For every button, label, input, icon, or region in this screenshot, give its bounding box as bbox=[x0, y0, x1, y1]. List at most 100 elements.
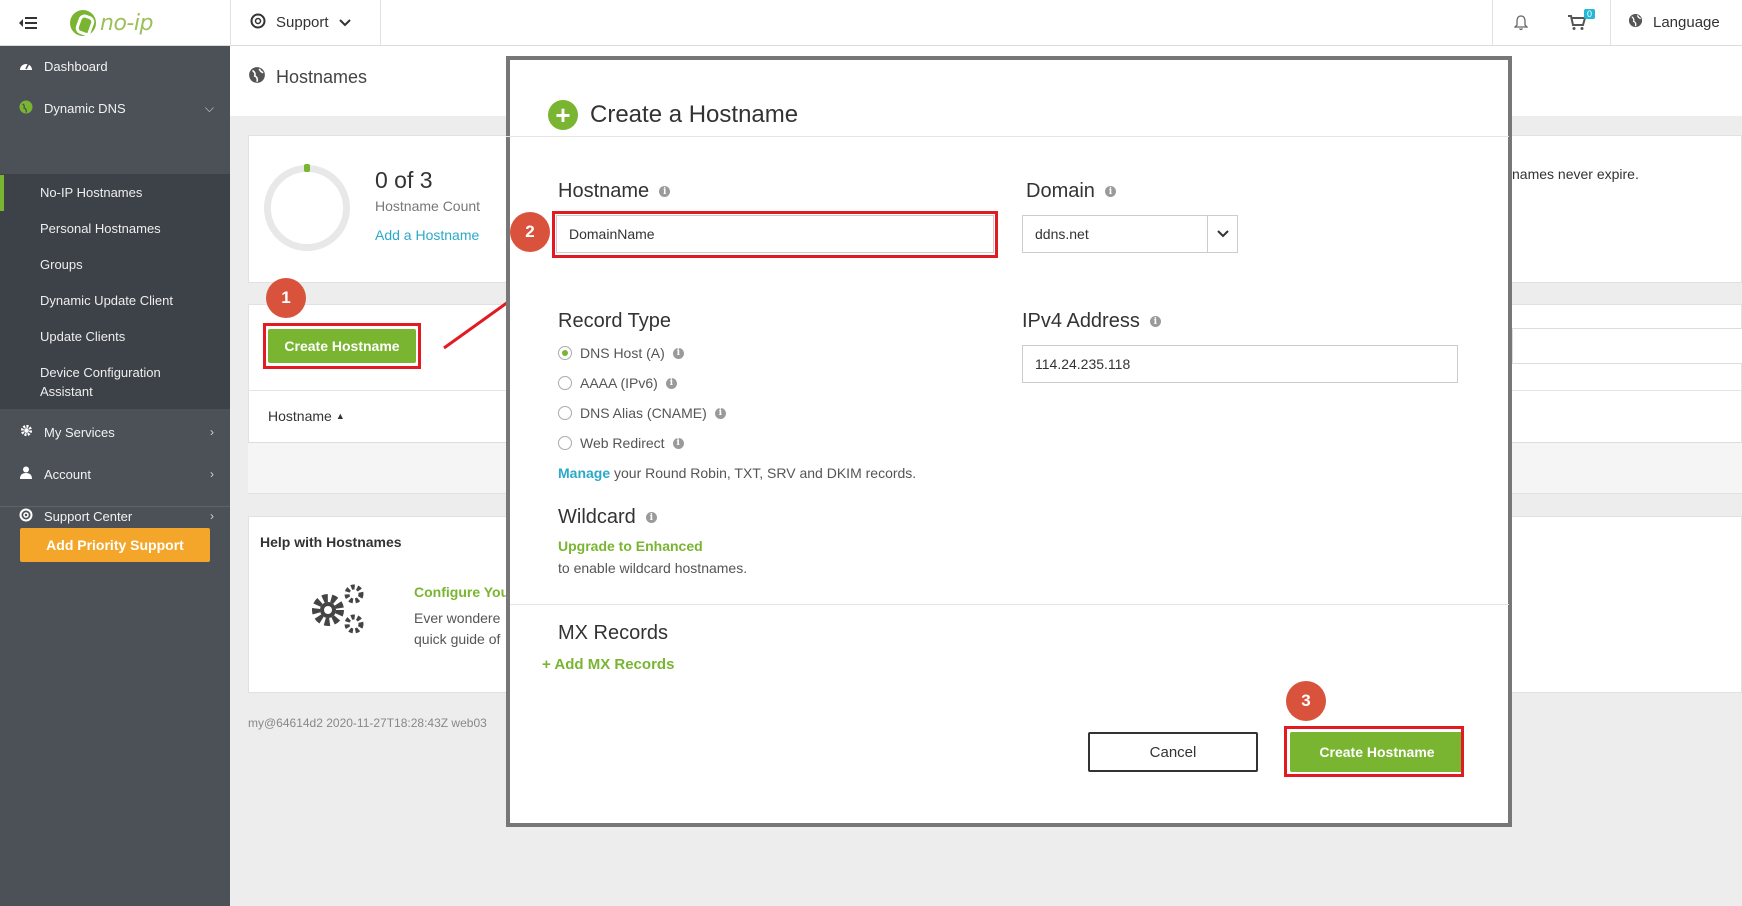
info-icon[interactable]: i bbox=[645, 512, 657, 523]
chevron-right-icon: › bbox=[210, 509, 214, 523]
plus-icon: + bbox=[542, 656, 551, 673]
wildcard-note: to enable wildcard hostnames. bbox=[558, 560, 748, 576]
sidebar-item-dynamic-dns[interactable]: Dynamic DNS ⌵ bbox=[0, 88, 230, 128]
info-icon[interactable]: i bbox=[665, 377, 677, 389]
domain-label: Domain i bbox=[1026, 180, 1116, 203]
info-icon[interactable]: i bbox=[659, 186, 671, 197]
column-label: Hostname bbox=[268, 408, 332, 424]
language-menu[interactable]: Language bbox=[1628, 0, 1720, 45]
info-icon[interactable]: i bbox=[714, 407, 726, 419]
sidebar-item-label: Dynamic DNS bbox=[44, 100, 126, 116]
radio-dns-host-a[interactable]: DNS Host (A) i bbox=[558, 345, 684, 361]
support-menu[interactable]: Support bbox=[250, 0, 351, 45]
radio-button[interactable] bbox=[558, 406, 572, 420]
manage-link[interactable]: Manage bbox=[558, 465, 610, 481]
hostname-count-ring bbox=[264, 165, 350, 251]
add-mx-records-link[interactable]: + Add MX Records bbox=[542, 656, 674, 673]
sidebar-item-dynamic-update-client[interactable]: Dynamic Update Client bbox=[40, 291, 173, 310]
lifebuoy-icon bbox=[18, 508, 34, 525]
wildcard-label: Wildcard i bbox=[558, 506, 657, 529]
cart-icon[interactable] bbox=[1568, 0, 1586, 45]
chevron-right-icon: › bbox=[210, 467, 214, 481]
gear-icon bbox=[18, 424, 34, 440]
info-icon[interactable]: i bbox=[672, 347, 684, 359]
radio-label: Web Redirect bbox=[580, 435, 665, 451]
info-icon[interactable]: i bbox=[672, 437, 684, 449]
divider bbox=[1492, 0, 1493, 45]
info-icon[interactable]: i bbox=[1149, 316, 1161, 327]
gears-icon bbox=[312, 584, 364, 634]
add-priority-support-button[interactable]: Add Priority Support bbox=[20, 528, 210, 562]
radio-button[interactable] bbox=[558, 346, 572, 360]
sidebar-item-label: Account bbox=[44, 466, 91, 482]
sidebar-item-account[interactable]: Account › bbox=[0, 454, 230, 494]
sidebar-item-personal-hostnames[interactable]: Personal Hostnames bbox=[40, 219, 161, 238]
add-mx-label: Add MX Records bbox=[554, 656, 675, 673]
label-text: Record Type bbox=[558, 310, 672, 332]
hostname-count-label: Hostname Count bbox=[375, 198, 481, 214]
highlight-box bbox=[263, 323, 421, 369]
user-icon bbox=[18, 466, 34, 482]
radio-button[interactable] bbox=[558, 436, 572, 450]
filter-input-partial[interactable] bbox=[1512, 328, 1742, 364]
radio-label: DNS Host (A) bbox=[580, 345, 665, 361]
chevron-down-icon bbox=[1207, 216, 1237, 252]
sidebar-item-update-clients[interactable]: Update Clients bbox=[40, 327, 125, 346]
sidebar-item-dashboard[interactable]: Dashboard bbox=[0, 46, 230, 86]
sidebar-item-noip-hostnames[interactable]: No-IP Hostnames bbox=[40, 183, 142, 202]
cancel-button[interactable]: Cancel bbox=[1088, 732, 1258, 772]
page-title: Hostnames bbox=[248, 66, 367, 89]
help-configure-link[interactable]: Configure You bbox=[414, 584, 509, 600]
info-icon[interactable]: i bbox=[1104, 186, 1116, 197]
upgrade-to-enhanced-link[interactable]: Upgrade to Enhanced bbox=[558, 538, 703, 554]
sidebar: Dashboard Dynamic DNS ⌵ No-IP Hostnames … bbox=[0, 46, 230, 906]
hostname-count-progress bbox=[304, 164, 310, 172]
radio-button[interactable] bbox=[558, 376, 572, 390]
globe-icon bbox=[18, 100, 34, 117]
notifications-bell-icon[interactable] bbox=[1514, 0, 1528, 45]
chevron-down-icon bbox=[338, 14, 351, 31]
domain-select[interactable]: ddns.net bbox=[1022, 215, 1238, 253]
top-bar: no-ip Support 0 Language bbox=[0, 0, 1742, 46]
chevron-right-icon: › bbox=[210, 425, 214, 439]
noip-logo[interactable]: no-ip bbox=[70, 8, 153, 38]
radio-aaaa-ipv6[interactable]: AAAA (IPv6) i bbox=[558, 375, 677, 391]
noip-logo-icon bbox=[70, 10, 96, 36]
table-header-hostname[interactable]: Hostname ▲ bbox=[268, 408, 345, 424]
active-indicator bbox=[0, 175, 4, 211]
sidebar-item-groups[interactable]: Groups bbox=[40, 255, 83, 274]
step-marker: 3 bbox=[1286, 681, 1326, 721]
step-marker: 1 bbox=[266, 278, 306, 318]
dashboard-icon bbox=[18, 59, 34, 74]
sort-asc-icon: ▲ bbox=[335, 411, 345, 421]
modal-title: + Create a Hostname bbox=[548, 100, 798, 130]
divider bbox=[506, 136, 1509, 137]
ipv4-label: IPv4 Address i bbox=[1022, 310, 1161, 333]
globe-icon bbox=[248, 66, 266, 89]
step-marker: 2 bbox=[510, 212, 550, 252]
label-text: Wildcard bbox=[558, 506, 636, 528]
highlight-box bbox=[1284, 726, 1464, 777]
chevron-down-icon: ⌵ bbox=[204, 100, 214, 115]
language-label: Language bbox=[1653, 14, 1720, 31]
label-text: MX Records bbox=[558, 622, 669, 644]
sidebar-item-device-configuration-assistant[interactable]: Device Configuration Assistant bbox=[40, 363, 190, 401]
label-text: Domain bbox=[1026, 180, 1095, 202]
sidebar-item-my-services[interactable]: My Services › bbox=[0, 412, 230, 452]
help-text: Ever wondere quick guide of bbox=[414, 610, 501, 647]
add-hostname-link[interactable]: Add a Hostname bbox=[375, 227, 479, 243]
menu-collapse-icon[interactable] bbox=[0, 0, 56, 45]
highlight-box bbox=[552, 211, 998, 258]
radio-web-redirect[interactable]: Web Redirect i bbox=[558, 435, 684, 451]
help-title: Help with Hostnames bbox=[260, 534, 402, 550]
ipv4-address-input[interactable]: 114.24.235.118 bbox=[1022, 345, 1458, 383]
lifebuoy-icon bbox=[250, 13, 266, 33]
label-text: IPv4 Address bbox=[1022, 310, 1140, 332]
logo-text: no-ip bbox=[100, 10, 153, 36]
radio-dns-alias-cname[interactable]: DNS Alias (CNAME) i bbox=[558, 405, 726, 421]
divider bbox=[380, 0, 381, 45]
globe-icon bbox=[1628, 13, 1643, 32]
manage-records-text: Manage your Round Robin, TXT, SRV and DK… bbox=[558, 465, 916, 481]
page-title-text: Hostnames bbox=[276, 67, 368, 87]
sidebar-item-label: My Services bbox=[44, 424, 115, 440]
